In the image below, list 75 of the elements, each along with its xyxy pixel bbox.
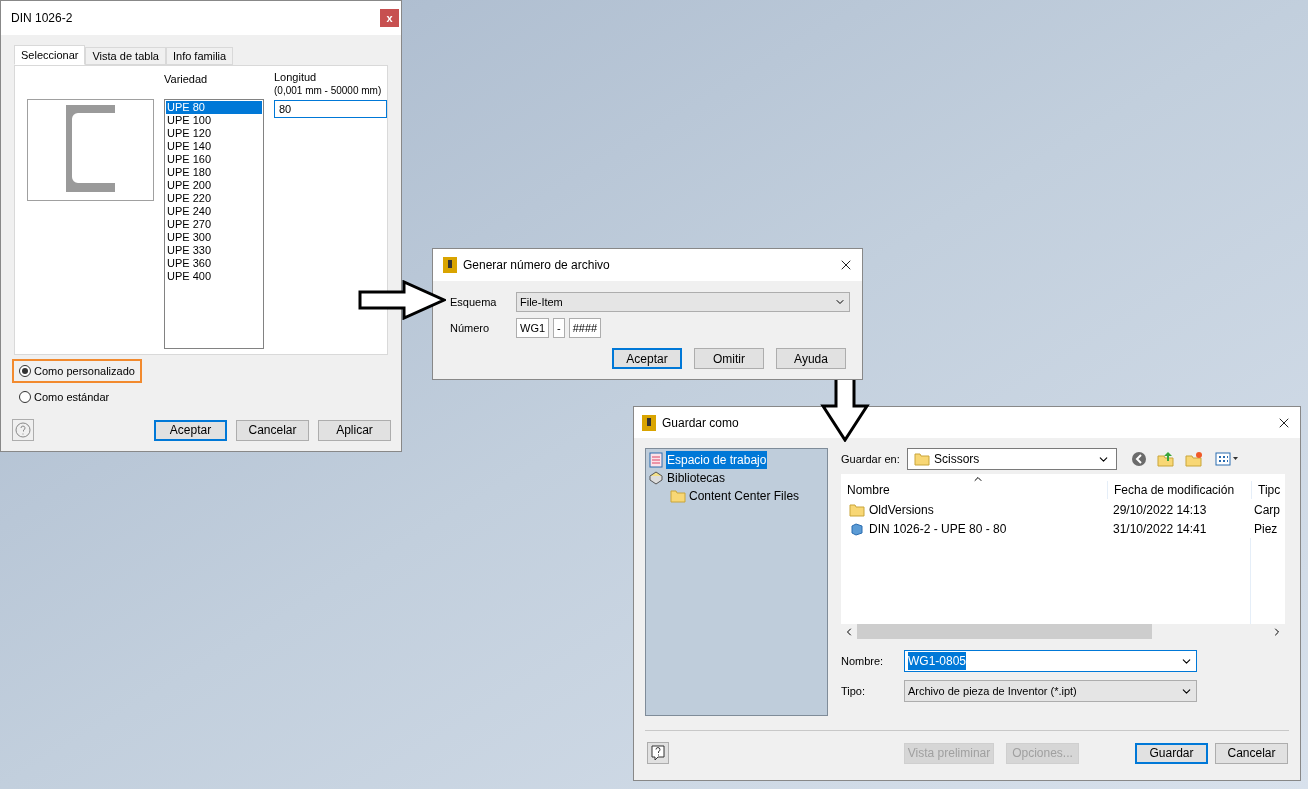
list-item[interactable]: UPE 200 — [166, 179, 262, 192]
tree-item[interactable]: Content Center Files — [688, 487, 801, 505]
file-name-field[interactable]: WG1-0805 — [904, 650, 1197, 672]
back-icon[interactable] — [1131, 451, 1147, 467]
part-icon — [849, 520, 865, 537]
radio-label: Como personalizado — [34, 363, 135, 379]
dialog-button[interactable]: Cancelar — [236, 419, 309, 441]
table-cell-text: Piez — [1253, 520, 1279, 538]
tab[interactable]: Vista de tabla — [85, 47, 166, 65]
app-icon — [642, 414, 656, 431]
tab[interactable]: Info familia — [165, 47, 234, 65]
number-segment: WG1 — [516, 318, 550, 338]
dialog-button[interactable]: Aplicar — [318, 419, 391, 441]
table-cell-text: 31/10/2022 14:41 — [1112, 520, 1208, 538]
folder-up-icon[interactable] — [1157, 451, 1175, 467]
field-label: Tipo: — [841, 683, 867, 699]
folder-icon — [849, 501, 865, 518]
radio-button[interactable] — [19, 391, 31, 403]
field-label: Variedad — [164, 72, 209, 87]
number-segment: #### — [568, 318, 602, 338]
radio-label: Como estándar — [34, 389, 110, 405]
folder-icon — [914, 451, 930, 467]
dialog-button[interactable]: Aceptar — [154, 419, 227, 441]
window-title: DIN 1026-2 — [11, 10, 73, 27]
list-item[interactable]: UPE 360 — [166, 257, 262, 270]
length-field[interactable]: 80 — [274, 100, 387, 118]
list-item[interactable]: UPE 80 — [166, 101, 262, 114]
document-icon — [648, 452, 664, 468]
table-cell-text: 29/10/2022 14:13 — [1112, 501, 1208, 519]
dialog-button[interactable]: Guardar — [1135, 742, 1208, 764]
range-hint: (0,001 mm - 50000 mm) — [274, 84, 383, 97]
column-header[interactable]: Nombre — [841, 481, 1107, 499]
list-item[interactable]: UPE 100 — [166, 114, 262, 127]
tab[interactable]: Seleccionar — [14, 45, 86, 65]
field-label: Esquema — [450, 294, 498, 310]
file-name[interactable]: OldVersions — [869, 500, 934, 519]
scheme-dropdown[interactable]: File-Item — [516, 292, 850, 312]
folder-icon — [670, 488, 686, 504]
tree-item[interactable]: Espacio de trabajo — [666, 451, 768, 469]
radio-button[interactable] — [19, 365, 31, 377]
dialog-button[interactable]: Aceptar — [612, 348, 682, 369]
list-item[interactable]: UPE 330 — [166, 244, 262, 257]
field-label: Nombre: — [841, 653, 885, 669]
tree-item[interactable]: Bibliotecas — [666, 469, 727, 487]
new-folder-icon[interactable] — [1185, 451, 1203, 467]
selected-text: WG1-0805 — [908, 652, 967, 670]
close-button[interactable]: x — [380, 9, 399, 27]
window-title: Generar número de archivo — [463, 257, 611, 274]
list-item[interactable]: UPE 120 — [166, 127, 262, 140]
table-cell-text: Carp — [1253, 501, 1281, 519]
app-icon — [443, 257, 457, 273]
field-label: Número — [450, 320, 491, 336]
dialog-button[interactable]: Ayuda — [776, 348, 846, 369]
help-icon[interactable] — [647, 742, 669, 764]
list-item[interactable]: UPE 160 — [166, 153, 262, 166]
list-item[interactable]: UPE 270 — [166, 218, 262, 231]
dialog-button[interactable]: Cancelar — [1215, 742, 1288, 764]
field-label: Longitud — [274, 71, 318, 84]
list-item[interactable]: UPE 140 — [166, 140, 262, 153]
books-icon — [648, 470, 664, 486]
window-title: Guardar como — [662, 414, 740, 432]
list-item[interactable]: UPE 400 — [166, 270, 262, 283]
view-menu-icon[interactable] — [1215, 452, 1239, 466]
file-type-dropdown[interactable]: Archivo de pieza de Inventor (*.ipt) — [904, 680, 1197, 702]
dialog-button[interactable]: Omitir — [694, 348, 764, 369]
list-item[interactable]: UPE 220 — [166, 192, 262, 205]
number-segment: - — [553, 318, 565, 338]
field-label: Guardar en: — [841, 451, 901, 467]
folder-dropdown[interactable]: Scissors — [907, 448, 1117, 470]
list-item[interactable]: UPE 300 — [166, 231, 262, 244]
column-header[interactable]: Fecha de modificación — [1107, 481, 1251, 499]
file-name[interactable]: DIN 1026-2 - UPE 80 - 80 — [869, 519, 1007, 538]
column-header[interactable]: Tipc — [1251, 481, 1285, 499]
list-item[interactable]: UPE 240 — [166, 205, 262, 218]
list-item[interactable]: UPE 180 — [166, 166, 262, 179]
